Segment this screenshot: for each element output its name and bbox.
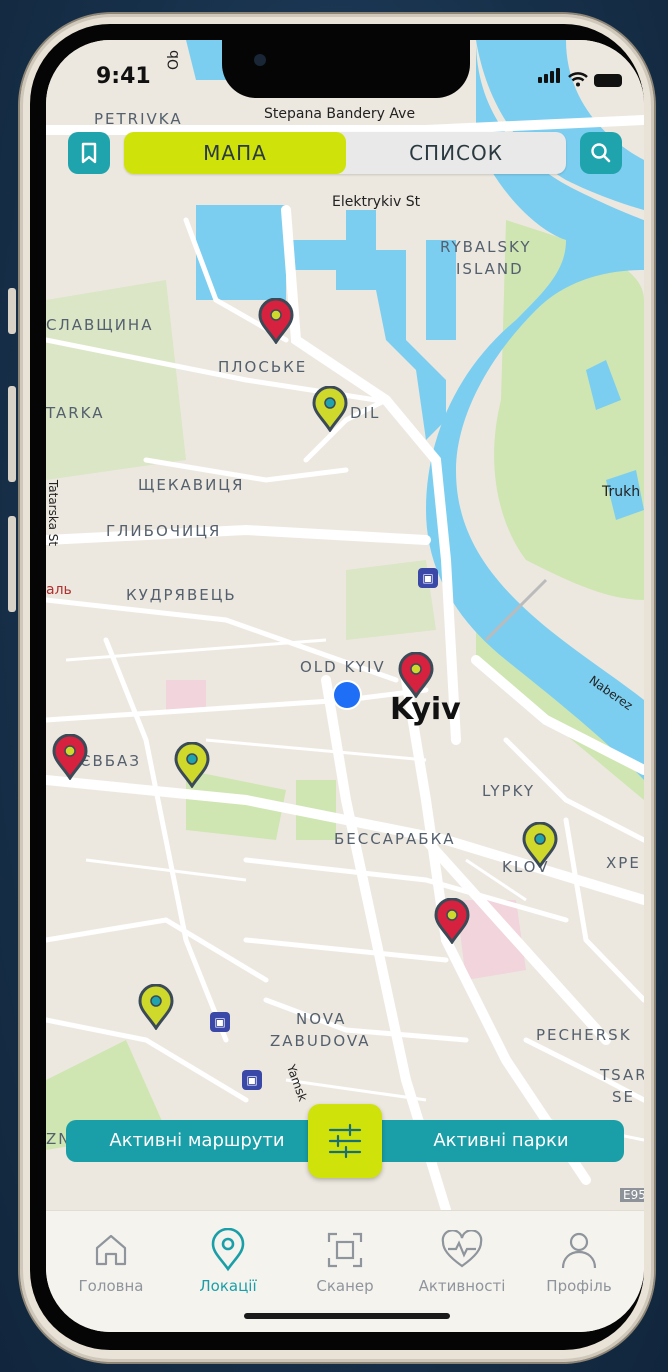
- status-icons: [538, 68, 622, 87]
- location-pin-yellow[interactable]: [138, 984, 174, 1030]
- map-label: PETRIVKA: [94, 110, 183, 128]
- bookmark-icon: [81, 142, 97, 164]
- map-label: ХРЕ: [606, 854, 641, 872]
- active-parks-button[interactable]: Активні парки: [378, 1120, 624, 1162]
- map-label: аль: [46, 582, 72, 598]
- map-label: PECHERSK: [536, 1026, 632, 1044]
- location-pin-red[interactable]: [398, 652, 434, 698]
- map-label: Trukh: [602, 484, 641, 500]
- metro-icon: ▣: [242, 1070, 262, 1090]
- top-bar: МАПА СПИСОК: [68, 132, 626, 176]
- volume-down-button: [8, 516, 16, 612]
- location-pin-yellow[interactable]: [174, 742, 210, 788]
- map-label: ПЛОСЬКЕ: [218, 358, 308, 376]
- road-shield: E95: [620, 1188, 644, 1202]
- map-label: DIL: [350, 404, 381, 422]
- view-switcher: МАПА СПИСОК: [124, 132, 566, 174]
- location-pin-red[interactable]: [434, 898, 470, 944]
- map-label: Stepana Bandery Ave: [264, 106, 416, 122]
- metro-icon: ▣: [210, 1012, 230, 1032]
- map-label: SE: [612, 1088, 635, 1106]
- tab-label: Головна: [78, 1277, 144, 1295]
- dynamic-island: [222, 40, 470, 98]
- tab-activities[interactable]: Активності: [407, 1227, 517, 1295]
- location-pin-yellow[interactable]: [522, 822, 558, 868]
- current-location-dot: [334, 682, 360, 708]
- bottom-tab-bar: Головна Локації Сканер Активності Профіл…: [46, 1210, 644, 1332]
- signal-icon: [538, 68, 562, 87]
- map-label: БЕССАРАБКА: [334, 830, 456, 848]
- location-pin-red[interactable]: [258, 298, 294, 344]
- search-button[interactable]: [580, 132, 622, 174]
- map-label: RYBALSKY: [440, 238, 532, 256]
- sliders-icon: [328, 1123, 362, 1159]
- user-icon: [561, 1232, 597, 1269]
- volume-up-button: [8, 386, 16, 482]
- wifi-icon: [568, 72, 588, 87]
- map-label: КУДРЯВЕЦЬ: [126, 586, 237, 604]
- app-screen: Stepana Bandery Ave PETRIVKA Ob Elektryk…: [46, 40, 644, 1332]
- map-label: ЩЕКАВИЦЯ: [138, 476, 245, 494]
- location-pin-red[interactable]: [52, 734, 88, 780]
- heart-pulse-icon: [441, 1230, 483, 1268]
- tab-scanner[interactable]: Сканер: [290, 1227, 400, 1295]
- tab-label: Локації: [199, 1277, 257, 1295]
- mute-switch: [8, 288, 16, 334]
- filter-button[interactable]: [308, 1104, 382, 1178]
- camera: [254, 54, 266, 66]
- map-label: Tatarska St: [46, 479, 61, 547]
- map-label: ISLAND: [456, 260, 524, 278]
- search-icon: [591, 143, 611, 163]
- metro-icon: ▣: [418, 568, 438, 588]
- map-label: TSAR: [600, 1066, 644, 1084]
- map-label: OLD KYIV: [300, 658, 386, 676]
- map-label: TARKA: [46, 404, 105, 422]
- tab-home[interactable]: Головна: [56, 1227, 166, 1295]
- tab-profile[interactable]: Профіль: [524, 1227, 634, 1295]
- location-pin-yellow[interactable]: [312, 386, 348, 432]
- battery-icon: [594, 74, 622, 87]
- map-label: ZABUDOVA: [270, 1032, 371, 1050]
- map-label: ГЛИБОЧИЦЯ: [106, 522, 222, 540]
- action-bar: Активні маршрути Активні парки: [66, 1104, 624, 1178]
- map-label: NOVA: [296, 1010, 347, 1028]
- bookmark-button[interactable]: [68, 132, 110, 174]
- map-view[interactable]: Stepana Bandery Ave PETRIVKA Ob Elektryk…: [46, 40, 644, 1210]
- status-time: 9:41: [96, 64, 151, 89]
- map-label: Elektrykiv St: [332, 194, 421, 210]
- tab-label: Сканер: [316, 1277, 374, 1295]
- active-routes-button[interactable]: Активні маршрути: [66, 1120, 328, 1162]
- tab-locations[interactable]: Локації: [173, 1227, 283, 1295]
- tab-list[interactable]: СПИСОК: [346, 132, 566, 174]
- location-pin-icon: [211, 1228, 245, 1272]
- tab-label: Профіль: [546, 1277, 612, 1295]
- scan-icon: [327, 1232, 363, 1268]
- map-label: ЄВБАЗ: [80, 752, 141, 770]
- tab-map[interactable]: МАПА: [124, 132, 346, 174]
- map-label: LYPKY: [482, 782, 536, 800]
- map-label: СЛАВЩИНА: [46, 316, 154, 334]
- home-indicator: [244, 1313, 450, 1319]
- home-icon: [95, 1234, 127, 1266]
- tab-label: Активності: [418, 1277, 506, 1295]
- map-label: Ob: [165, 50, 182, 70]
